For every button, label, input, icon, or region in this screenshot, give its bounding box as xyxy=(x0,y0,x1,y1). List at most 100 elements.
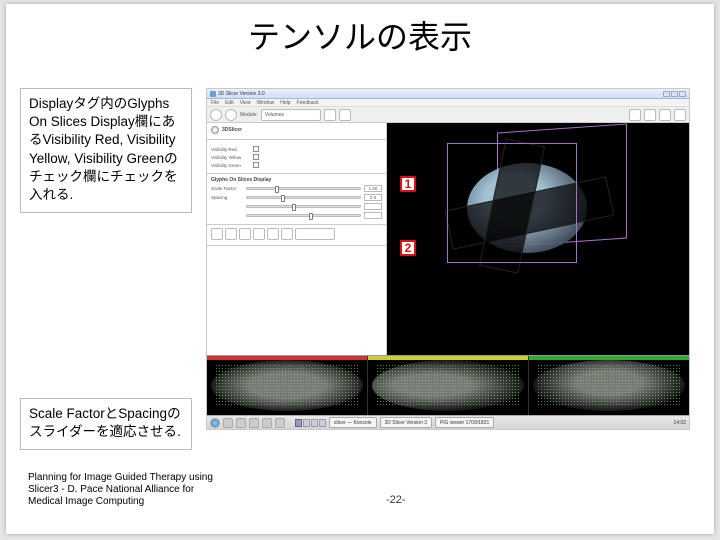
extra-thumb-2[interactable] xyxy=(309,213,313,220)
toolbar-home-icon[interactable] xyxy=(210,109,222,121)
bounding-box-front xyxy=(447,143,577,263)
app-icon xyxy=(210,91,216,97)
visibility-green-label: Visibility Green xyxy=(211,163,249,168)
extra-thumb-1[interactable] xyxy=(292,204,296,211)
app-knob-icon xyxy=(211,126,219,134)
module-selector[interactable]: Volumes xyxy=(261,109,321,121)
taskbar-icon-2[interactable] xyxy=(236,418,246,428)
glyphs-overlay-red xyxy=(215,364,359,407)
menu-window[interactable]: Window xyxy=(256,100,274,106)
slide-title: テンソルの表示 xyxy=(6,12,714,58)
taskbar-icon-5[interactable] xyxy=(275,418,285,428)
menu-bar: File Edit View Window Help Feedback xyxy=(207,99,689,107)
taskbar-window-konsole[interactable]: slicer — Konsole xyxy=(329,417,377,428)
page-number: -22- xyxy=(386,494,406,506)
module-value: Volumes xyxy=(265,112,284,118)
spacing-label: Spacing xyxy=(211,195,243,200)
maximize-button[interactable] xyxy=(671,91,678,97)
slice-views-row xyxy=(207,355,689,415)
visibility-yellow-label: Visibility Yellow xyxy=(211,155,249,160)
toolbar-layout2-icon[interactable] xyxy=(644,109,656,121)
start-menu-icon[interactable] xyxy=(210,418,220,428)
scale-factor-thumb[interactable] xyxy=(275,186,279,193)
instruction-box-1: Displayタグ内のGlyphs On Slices Display欄にあるV… xyxy=(20,88,192,213)
window-controls xyxy=(663,91,686,97)
panel-header: 3DSlicer xyxy=(211,126,382,134)
panel-btn-6[interactable] xyxy=(281,228,293,240)
spacing-slider[interactable] xyxy=(246,196,361,199)
menu-edit[interactable]: Edit xyxy=(225,100,234,106)
module-label: Module: xyxy=(240,112,258,118)
extra-slider-1[interactable] xyxy=(246,205,361,208)
panel-btn-3[interactable] xyxy=(239,228,251,240)
close-button[interactable] xyxy=(679,91,686,97)
pager-3[interactable] xyxy=(311,419,318,427)
slide: テンソルの表示 Displayタグ内のGlyphs On Slices Disp… xyxy=(6,4,714,534)
taskbar-icon-4[interactable] xyxy=(262,418,272,428)
callout-1: 1 xyxy=(400,176,416,192)
menu-file[interactable]: File xyxy=(211,100,219,106)
3d-view[interactable] xyxy=(387,123,689,355)
pager-1[interactable] xyxy=(295,419,302,427)
credit-text: Planning for Image Guided Therapy using … xyxy=(28,472,228,508)
taskbar-window-viewer[interactable]: PlG viewer 1709/1831 xyxy=(435,417,494,428)
extra-slider-row-1 xyxy=(211,203,382,210)
taskbar-icon-1[interactable] xyxy=(223,418,233,428)
taskbar-clock: 14:02 xyxy=(673,420,686,426)
extra-slider-2[interactable] xyxy=(246,214,361,217)
spacing-row: Spacing 2.0 xyxy=(211,194,382,201)
extra-slider-row-2 xyxy=(211,212,382,219)
scale-factor-slider[interactable] xyxy=(246,187,361,190)
extra-value-1[interactable] xyxy=(364,203,382,210)
left-panel: 3DSlicer Visibility Red Visibility Yello… xyxy=(207,123,387,355)
visibility-red-label: Visibility Red xyxy=(211,147,249,152)
slice-view-red[interactable] xyxy=(207,356,368,415)
slicer-screenshot: 3D Slicer Version 3.0 File Edit View Win… xyxy=(206,88,690,430)
scale-factor-label: Scale Factor xyxy=(211,186,243,191)
spacing-thumb[interactable] xyxy=(281,195,285,202)
os-taskbar: slicer — Konsole 3D Slicer Version 3 PlG… xyxy=(207,415,689,429)
spacing-value[interactable]: 2.0 xyxy=(364,194,382,201)
toolbar-save-icon[interactable] xyxy=(225,109,237,121)
instruction-box-2: Scale FactorとSpacingのスライダーを適応させる. xyxy=(20,398,192,450)
main-body: 3DSlicer Visibility Red Visibility Yello… xyxy=(207,123,689,355)
callout-2: 2 xyxy=(400,240,416,256)
panel-footer-buttons xyxy=(207,225,386,246)
glyphs-overlay-yellow xyxy=(376,364,520,407)
slice-view-green[interactable] xyxy=(529,356,689,415)
scale-factor-row: Scale Factor 1.00 xyxy=(211,185,382,192)
extra-value-2[interactable] xyxy=(364,212,382,219)
panel-level-box[interactable] xyxy=(295,228,335,240)
glyphs-visibility-section: Visibility Red Visibility Yellow Visibil… xyxy=(207,140,386,174)
slice-view-yellow[interactable] xyxy=(368,356,529,415)
menu-help[interactable]: Help xyxy=(280,100,290,106)
panel-header-section: 3DSlicer xyxy=(207,123,386,140)
pager-4[interactable] xyxy=(319,419,326,427)
panel-btn-4[interactable] xyxy=(253,228,265,240)
desktop-pager[interactable] xyxy=(295,419,326,427)
taskbar-icon-3[interactable] xyxy=(249,418,259,428)
toolbar: Module: Volumes xyxy=(207,107,689,123)
taskbar-window-slicer[interactable]: 3D Slicer Version 3 xyxy=(380,417,433,428)
panel-btn-1[interactable] xyxy=(211,228,223,240)
glyphs-overlay-green xyxy=(537,364,681,407)
visibility-red-checkbox[interactable] xyxy=(253,146,259,152)
panel-btn-5[interactable] xyxy=(267,228,279,240)
visibility-yellow-checkbox[interactable] xyxy=(253,154,259,160)
toolbar-prev-icon[interactable] xyxy=(324,109,336,121)
window-titlebar: 3D Slicer Version 3.0 xyxy=(207,89,689,99)
toolbar-next-icon[interactable] xyxy=(339,109,351,121)
pager-2[interactable] xyxy=(303,419,310,427)
glyphs-slices-section: Glyphs On Slices Display Scale Factor 1.… xyxy=(207,174,386,225)
panel-header-label: 3DSlicer xyxy=(222,127,242,133)
toolbar-layout-icon[interactable] xyxy=(629,109,641,121)
window-title: 3D Slicer Version 3.0 xyxy=(218,91,265,97)
menu-feedback[interactable]: Feedback xyxy=(297,100,319,106)
panel-btn-2[interactable] xyxy=(225,228,237,240)
visibility-green-checkbox[interactable] xyxy=(253,162,259,168)
toolbar-layout3-icon[interactable] xyxy=(659,109,671,121)
scale-factor-value[interactable]: 1.00 xyxy=(364,185,382,192)
minimize-button[interactable] xyxy=(663,91,670,97)
menu-view[interactable]: View xyxy=(240,100,251,106)
toolbar-screenshot-icon[interactable] xyxy=(674,109,686,121)
